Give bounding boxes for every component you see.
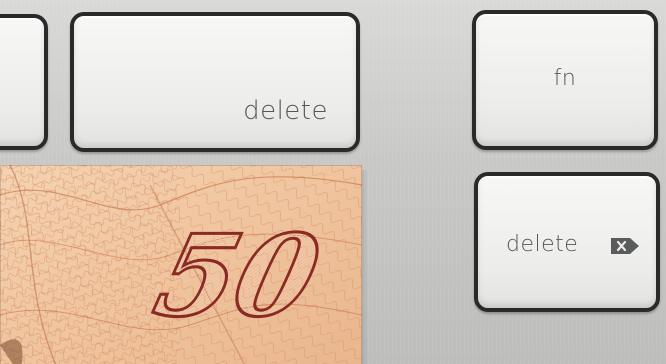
key-delete-large-label: delete	[243, 96, 328, 126]
banknote: 50	[0, 165, 362, 364]
key-fn: fn	[472, 10, 658, 150]
key-delete-small-label: delete	[506, 232, 579, 257]
key-delete-small: delete	[474, 172, 660, 312]
key-fn-label: fn	[553, 66, 577, 91]
key-delete-large: delete	[70, 12, 360, 152]
banknote-denomination: 50	[143, 210, 332, 342]
banknote-art: 50	[0, 165, 362, 364]
keyboard-photo: delete fn delete 50	[0, 0, 666, 364]
delete-forward-icon	[611, 238, 639, 254]
key-partial-left	[0, 14, 48, 150]
